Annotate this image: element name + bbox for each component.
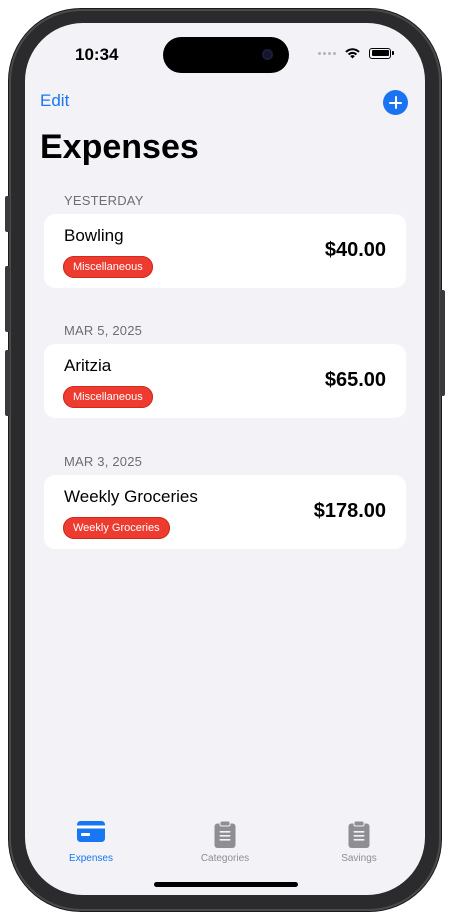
power-button bbox=[440, 290, 445, 396]
expense-row[interactable]: Bowling Miscellaneous $40.00 bbox=[44, 214, 406, 288]
category-badge: Miscellaneous bbox=[63, 386, 153, 408]
tab-label: Expenses bbox=[69, 853, 113, 864]
status-time: 10:34 bbox=[75, 45, 119, 64]
wifi-icon bbox=[345, 48, 360, 59]
page-title: Expenses bbox=[40, 128, 199, 166]
tab-label: Categories bbox=[200, 853, 250, 864]
tab-categories[interactable]: Categories bbox=[175, 819, 275, 869]
expense-amount: $178.00 bbox=[313, 500, 386, 522]
battery-icon bbox=[369, 47, 394, 59]
volume-up-button bbox=[5, 266, 10, 332]
section-header: MAR 5, 2025 bbox=[64, 323, 143, 338]
expense-name: Bowling bbox=[64, 226, 124, 245]
expense-row[interactable]: Weekly Groceries Weekly Groceries $178.0… bbox=[44, 475, 406, 549]
clipboard-icon bbox=[348, 821, 370, 848]
plus-circle-icon[interactable] bbox=[383, 90, 408, 115]
tab-label: Savings bbox=[341, 853, 377, 864]
section-header: YESTERDAY bbox=[64, 193, 144, 208]
section-header: MAR 3, 2025 bbox=[64, 454, 143, 469]
dynamic-island bbox=[163, 37, 289, 73]
category-badge: Weekly Groceries bbox=[63, 517, 170, 539]
cellular-signal-icon bbox=[318, 51, 336, 55]
action-button bbox=[5, 196, 10, 232]
expense-name: Weekly Groceries bbox=[64, 487, 198, 506]
camera-icon bbox=[262, 49, 273, 60]
tab-expenses[interactable]: Expenses bbox=[41, 819, 141, 869]
category-badge: Miscellaneous bbox=[63, 256, 153, 278]
expense-row[interactable]: Aritzia Miscellaneous $65.00 bbox=[44, 344, 406, 418]
expense-amount: $40.00 bbox=[324, 239, 386, 261]
clipboard-icon bbox=[214, 821, 236, 848]
expense-name: Aritzia bbox=[64, 356, 112, 375]
edit-button[interactable]: Edit bbox=[40, 91, 69, 111]
tab-savings[interactable]: Savings bbox=[309, 819, 409, 869]
volume-down-button bbox=[5, 350, 10, 416]
status-bar: 10:34 bbox=[25, 23, 425, 83]
credit-card-icon bbox=[77, 821, 105, 842]
home-indicator[interactable] bbox=[154, 882, 298, 887]
screen: 10:34 Edit Expenses YESTERDAY Bowling Mi… bbox=[25, 23, 425, 895]
status-icons bbox=[318, 47, 394, 59]
expense-amount: $65.00 bbox=[324, 369, 386, 391]
